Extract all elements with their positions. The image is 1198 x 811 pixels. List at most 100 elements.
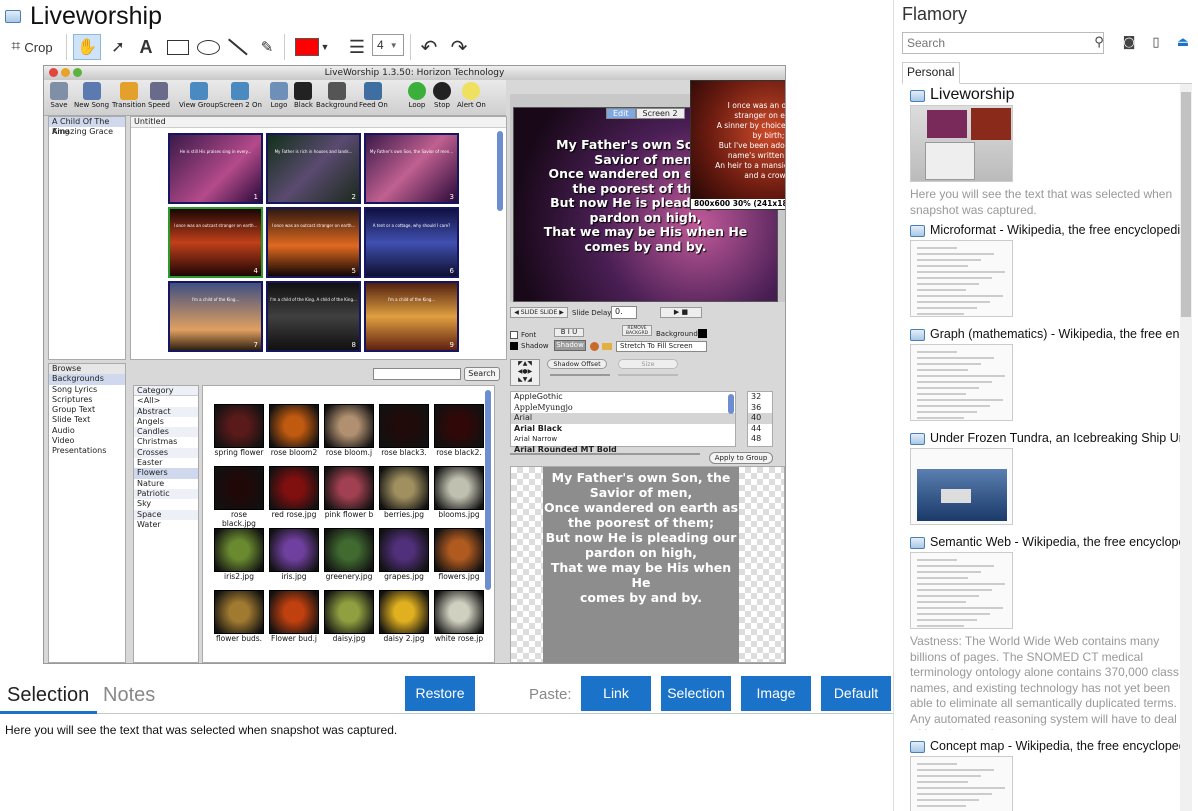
toolbar-item-icon — [462, 82, 481, 100]
paste-default-button[interactable]: Default — [821, 676, 891, 711]
page-title: Liveworship — [30, 2, 163, 30]
select-tool-button[interactable]: ➚ — [107, 34, 129, 60]
tab-personal[interactable]: Personal — [902, 62, 960, 84]
background-thumb: berries.jpg — [378, 466, 430, 523]
browse-list: Browse Backgrounds Song Lyrics Scriptures Gr… — [48, 363, 126, 663]
thumb-label: greenery.jpg — [325, 572, 373, 581]
text-line — [917, 793, 992, 795]
position-grid: ◤▲◥ ◀●▶ ◣▼◢ — [510, 359, 540, 386]
slide-thumb: I once was an outcast stranger on earth.… — [168, 207, 263, 278]
slide-number: 7 — [253, 341, 258, 349]
snapshot-entry[interactable]: Graph (mathematics) - Wikipedia, the fre… — [910, 326, 1182, 421]
toolbar-item-label: Loop — [408, 101, 426, 109]
font-item: AppleMyungjo — [514, 402, 573, 412]
background-thumb: greenery.jpg — [323, 528, 375, 585]
slide-thumb: My Father is rich in houses and lands...… — [266, 133, 361, 204]
background-thumb: red rose.jpg — [268, 466, 320, 523]
background-thumb: iris.jpg — [268, 528, 320, 585]
edit-lyric-line: My Father's own Son, the — [551, 470, 731, 485]
song-item: Amazing Grace — [52, 127, 113, 136]
lyric-line: That we may be His when He — [543, 224, 748, 239]
thumb-image — [434, 528, 484, 572]
thumb-image — [434, 404, 484, 448]
toolbar-item: Background — [316, 82, 358, 109]
search-icon[interactable]: ⚲ — [1091, 34, 1107, 50]
toolbar-item-icon — [190, 82, 209, 100]
toolbar-item: New Song — [74, 82, 109, 109]
text-line — [917, 411, 977, 413]
thumb-label: rose bloom.j — [325, 448, 373, 457]
background-color-swatch — [698, 329, 707, 338]
snapshot-entry[interactable]: Liveworship Here you will see the text th… — [910, 87, 1182, 218]
tab-selection[interactable]: Selection — [7, 684, 89, 707]
undo-button[interactable]: ↶ — [416, 34, 442, 60]
background-thumb: rose black3. — [378, 404, 430, 461]
text-line — [917, 565, 994, 567]
zoom-dot-icon — [73, 68, 82, 77]
page-icon — [910, 225, 925, 237]
restore-button[interactable]: Restore — [405, 676, 475, 711]
toolbar-item: Black — [294, 82, 313, 109]
slide-thumb: My Father's own Son, the Savior of men..… — [364, 133, 459, 204]
text-line — [917, 799, 979, 801]
text-line — [917, 375, 1005, 377]
minimize-dot-icon — [61, 68, 70, 77]
redo-button[interactable]: ↷ — [446, 34, 472, 60]
document-icon[interactable]: ▯ — [1148, 34, 1164, 50]
color-swatch — [294, 38, 319, 56]
snapshot-thumbnail — [910, 344, 1013, 421]
paste-image-button[interactable]: Image — [741, 676, 811, 711]
thumb-image — [324, 404, 374, 448]
hand-tool-button[interactable]: ✋ — [73, 34, 101, 60]
snapshot-thumbnail — [910, 552, 1013, 629]
browse-item: Song Lyrics — [52, 384, 98, 394]
font-item: Arial Black — [514, 423, 563, 433]
tab-notes[interactable]: Notes — [103, 684, 155, 707]
snapshot-entry[interactable]: Microformat - Wikipedia, the free encycl… — [910, 222, 1182, 317]
rectangle-icon — [167, 39, 189, 55]
scrollbar-thumb[interactable] — [1181, 92, 1191, 317]
crop-icon: ⌗ — [11, 38, 21, 55]
search-input[interactable] — [902, 32, 1104, 54]
thumb-image — [214, 528, 264, 572]
toolbar-item-label: Transition — [112, 101, 146, 109]
mini-lyric-line: An heir to a mansion, a robe — [715, 161, 785, 170]
line-width-select[interactable]: 4 ▼ — [372, 34, 404, 56]
thumb-label: berries.jpg — [383, 510, 424, 519]
active-tab-indicator — [0, 711, 97, 714]
crop-button[interactable]: ⌗ Crop — [6, 34, 58, 60]
ellipse-tool-button[interactable] — [195, 34, 221, 60]
scrollbar[interactable] — [1180, 84, 1192, 811]
thumb-label: iris2.jpg — [224, 572, 254, 581]
chevron-down-icon: ▼ — [320, 42, 330, 52]
background-thumb: rose black.jpg — [213, 466, 265, 528]
slides-pane: Untitled He is still His praises sing in… — [130, 116, 507, 360]
size-list: 32 36 40 44 48 — [747, 391, 773, 447]
freehand-tool-button[interactable]: ✎ — [256, 34, 278, 60]
font-slider — [510, 453, 700, 455]
snapshot-entry[interactable]: Under Frozen Tundra, an Icebreaking Ship… — [910, 430, 1182, 525]
paste-selection-button[interactable]: Selection — [661, 676, 731, 711]
line-tool-button[interactable] — [226, 34, 250, 60]
edit-lyric-line: Once wandered on earth as — [543, 500, 739, 515]
paste-link-button[interactable]: Link — [581, 676, 651, 711]
slide-number: 4 — [253, 267, 258, 275]
thumb-label: flowers.jpg — [438, 572, 480, 581]
category-item: Candles — [134, 427, 198, 438]
rectangle-tool-button[interactable] — [164, 34, 192, 60]
color-picker[interactable]: ▼ — [292, 34, 332, 60]
mini-lyric-line: stranger on earth, — [734, 111, 785, 120]
snapshot-entry[interactable]: Semantic Web - Wikipedia, the free encyc… — [910, 534, 1182, 730]
thumb-label: rose black.jpg — [222, 510, 256, 528]
text-tool-button[interactable]: A — [135, 34, 157, 60]
upload-icon[interactable]: ⏏ — [1175, 34, 1191, 50]
slide-text: I once was an outcast stranger on earth.… — [173, 223, 258, 228]
category-list: Category <All> Abstract Angels Candles Christ… — [133, 385, 199, 663]
close-dot-icon — [49, 68, 58, 77]
snapshot-entry[interactable]: Concept map - Wikipedia, the free encycl… — [910, 738, 1182, 811]
mini-lyrics: I once was an outcaststranger on earth,A… — [691, 101, 785, 181]
ship-shape — [941, 489, 971, 503]
snapshot-entry-header: Microformat - Wikipedia, the free encycl… — [910, 222, 1182, 240]
camera-icon[interactable]: ◙ — [1121, 34, 1137, 50]
line-width-button[interactable]: ☰ — [344, 34, 370, 60]
